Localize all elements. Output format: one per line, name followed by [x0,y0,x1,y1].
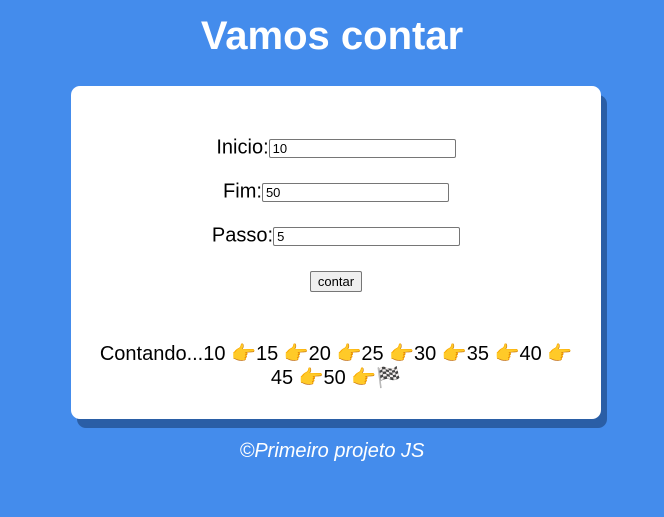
fim-label: Fim: [223,180,262,203]
passo-label: Passo: [211,224,274,247]
passo-row: Passo: [71,223,601,248]
page-title: Vamos contar [200,14,464,58]
count-result: Contando...10 👉15 👉20 👉25 👉30 👉35 👉40 👉4… [99,343,573,389]
button-row: contar [71,271,601,292]
contar-button[interactable]: contar [309,271,363,292]
inicio-row: Inicio: [71,135,601,160]
inicio-input[interactable] [268,139,456,159]
passo-input[interactable] [273,227,461,247]
fim-row: Fim: [71,179,601,204]
counter-card: Inicio: Fim: Passo: contar Contando...10… [71,86,601,419]
fim-input[interactable] [261,183,449,203]
inicio-label: Inicio: [216,136,269,159]
footer-text: ©Primeiro projeto JS [239,440,425,462]
